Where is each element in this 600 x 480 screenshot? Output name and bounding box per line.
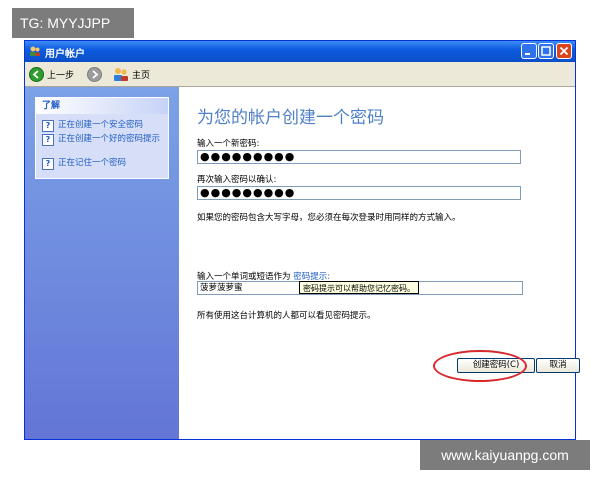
minimize-icon <box>525 53 530 55</box>
maximize-button[interactable] <box>538 43 554 59</box>
hint-visibility-note: 所有使用这台计算机的人都可以看见密码提示。 <box>197 311 376 321</box>
cancel-button[interactable]: 取消 <box>536 358 580 373</box>
learn-item-label: 正在记住一个密码 <box>58 158 127 168</box>
watermark-bottom-right: www.kaiyuanpg.com <box>420 440 590 470</box>
title-bar[interactable]: 用户帐户 <box>25 41 575 62</box>
close-icon <box>559 46 569 56</box>
back-label: 上一步 <box>47 70 75 81</box>
new-password-field[interactable]: ●●●●●●●●● <box>197 150 521 164</box>
confirm-password-label: 再次输入密码以确认: <box>197 175 277 185</box>
minimize-button[interactable] <box>521 43 537 59</box>
help-topic-icon: ? <box>42 120 54 132</box>
home-button[interactable]: 主页 <box>113 66 150 82</box>
forward-arrow-icon <box>87 66 102 82</box>
user-accounts-icon <box>30 46 40 56</box>
learn-about-header: 了解 <box>36 98 168 114</box>
users-home-icon <box>114 68 128 81</box>
hint-tooltip: 密码提示可以帮助您记忆密码。 <box>299 281 419 294</box>
create-password-pane: 为您的帐户创建一个密码 输入一个新密码: ●●●●●●●●● 再次输入密码以确认… <box>179 87 580 439</box>
back-button[interactable]: 上一步 <box>29 66 74 82</box>
help-topic-icon: ? <box>42 134 54 146</box>
forward-button[interactable] <box>87 66 102 82</box>
home-label: 主页 <box>132 70 151 81</box>
watermark-top-left: TG: MYYJJPP <box>12 8 134 38</box>
learn-item-remember-password[interactable]: ? 正在记住一个密码 <box>42 158 126 170</box>
toolbar: 上一步 主页 <box>25 62 575 87</box>
learn-about-box: 了解 ? 正在创建一个安全密码 ? 正在创建一个好的密码提示 ? 正在记住一个密… <box>35 97 169 179</box>
page-title: 为您的帐户创建一个密码 <box>197 108 384 128</box>
back-arrow-icon <box>29 66 44 82</box>
learn-item-label: 正在创建一个安全密码 <box>58 120 144 130</box>
case-sensitivity-note: 如果您的密码包含大写字母，您必须在每次登录时用同样的方式输入。 <box>197 213 461 223</box>
user-accounts-window: 用户帐户 上一步 主页 了解 ? 正在创建一个安全密码 ? 正在创建一个好的密码… <box>24 40 580 440</box>
highlight-ellipse <box>433 350 527 382</box>
confirm-password-field[interactable]: ●●●●●●●●● <box>197 186 521 200</box>
maximize-icon <box>541 46 551 56</box>
window-title: 用户帐户 <box>45 49 85 60</box>
close-button[interactable] <box>556 43 572 59</box>
task-panel: 了解 ? 正在创建一个安全密码 ? 正在创建一个好的密码提示 ? 正在记住一个密… <box>25 87 179 439</box>
learn-item-good-hint[interactable]: ? 正在创建一个好的密码提示 <box>42 134 164 146</box>
learn-item-secure-password[interactable]: ? 正在创建一个安全密码 <box>42 120 143 132</box>
learn-item-label: 正在创建一个好的密码提示 <box>58 134 161 144</box>
help-topic-icon: ? <box>42 158 54 170</box>
new-password-label: 输入一个新密码: <box>197 139 260 149</box>
